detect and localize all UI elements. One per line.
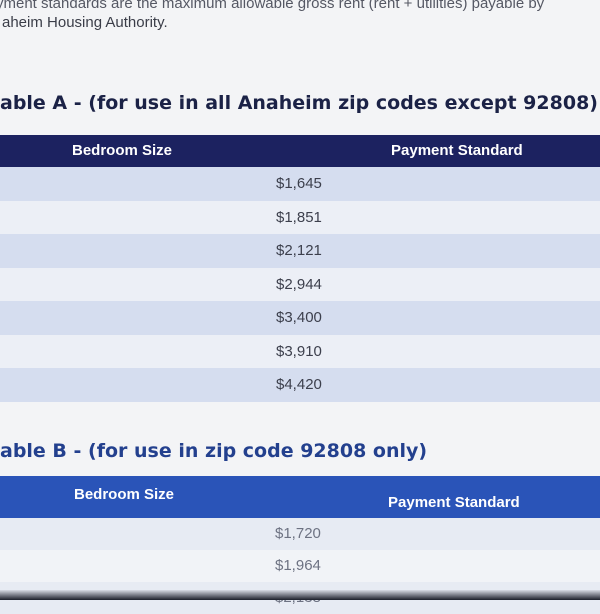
payment-standard-cell: $3,910: [276, 342, 322, 360]
bedroom-size-cell: [0, 335, 250, 369]
table-row: $4,420: [0, 368, 600, 402]
payment-standard-cell: $2,944: [276, 275, 322, 293]
payment-standard-cell: $1,645: [276, 175, 322, 192]
bedroom-size-cell: [0, 167, 250, 201]
table-row: $1,720: [0, 518, 600, 550]
bedroom-size-cell: [0, 518, 250, 550]
table-row: $1,645: [0, 167, 600, 201]
payment-standard-cell: $3,400: [276, 309, 322, 326]
intro-line-1: yment standards are the maximum allowabl…: [0, 0, 545, 12]
table-b-heading: able B - (for use in zip code 92808 only…: [0, 440, 428, 462]
intro-line-2: aheim Housing Authority.: [2, 14, 168, 31]
column-header-payment-standard[interactable]: Payment Standard: [391, 135, 523, 167]
table-a: Bedroom Size Payment Standard $1,645 $1,…: [0, 135, 600, 402]
column-header-bedroom-size[interactable]: Bedroom Size: [74, 477, 174, 513]
table-row: $3,400: [0, 301, 600, 335]
table-row: $2,121: [0, 234, 600, 268]
table-b-header-row: Bedroom Size Payment Standard: [0, 476, 600, 518]
bedroom-size-cell: [0, 201, 250, 235]
table-row: $3,910: [0, 334, 600, 369]
table-row: $1,964: [0, 550, 600, 582]
payment-standard-cell: $1,964: [275, 557, 321, 574]
table-a-body: $1,645 $1,851 $2,121 $2,944 $3,400 $3,91…: [0, 167, 600, 402]
screen-bottom-edge: [0, 590, 600, 600]
table-row: $2,944: [0, 267, 600, 302]
table-a-header-row: Bedroom Size Payment Standard: [0, 135, 600, 167]
payment-standard-cell: $4,420: [276, 376, 322, 393]
bedroom-size-cell: [0, 550, 250, 582]
payment-standard-cell: $1,720: [275, 525, 321, 542]
payment-standard-cell: $1,851: [276, 208, 322, 226]
bedroom-size-cell: [0, 301, 250, 335]
table-row: $1,851: [0, 200, 600, 235]
payment-standard-cell: $2,121: [276, 242, 322, 259]
column-header-payment-standard[interactable]: Payment Standard: [388, 485, 520, 521]
bedroom-size-cell: [0, 268, 250, 302]
bedroom-size-cell: [0, 234, 250, 268]
bedroom-size-cell: [0, 368, 250, 402]
column-header-bedroom-size[interactable]: Bedroom Size: [72, 135, 172, 167]
table-a-heading: able A - (for use in all Anaheim zip cod…: [0, 92, 598, 114]
